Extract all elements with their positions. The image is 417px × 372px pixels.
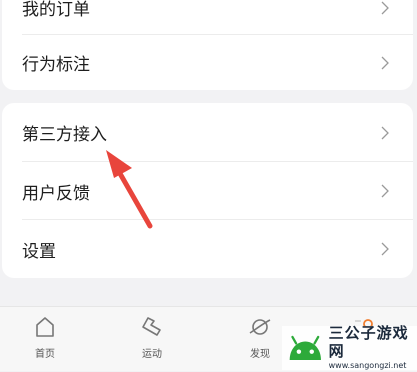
site-watermark: 三公子游戏网 www.sangongzi.net [282,324,417,372]
menu-item-label: 第三方接入 [22,125,107,145]
menu-item-behavior-tagging[interactable]: 行为标注 [2,35,413,90]
chevron-right-icon [377,183,393,199]
chevron-right-icon [377,241,393,257]
menu-item-third-party-access[interactable]: 第三方接入 [2,103,413,162]
shoe-icon [142,317,161,336]
menu-item-label: 设置 [22,241,56,262]
menu-item-label: 用户反馈 [22,183,90,204]
watermark-text: 三公子游戏网 www.sangongzi.net [329,324,417,372]
chevron-right-icon [377,55,393,71]
android-logo-icon [289,335,321,360]
chevron-right-icon [377,125,393,141]
tab-discover[interactable]: 发现 [230,315,290,360]
tab-sport[interactable]: 运动 [122,315,182,360]
settings-card-top: 我的订单 行为标注 [2,0,413,90]
menu-item-user-feedback[interactable]: 用户反馈 [2,162,413,220]
menu-item-label: 行为标注 [22,55,90,75]
tab-home[interactable]: 首页 [15,315,75,360]
menu-item-settings[interactable]: 设置 [2,220,413,278]
tab-label: 首页 [35,349,55,360]
settings-card-main: 第三方接入 用户反馈 设置 [2,103,413,278]
tab-label: 发现 [250,349,270,360]
menu-item-my-orders[interactable]: 我的订单 [2,0,413,35]
planet-icon [249,319,271,335]
home-icon [36,317,54,337]
chevron-right-icon [377,0,393,16]
watermark-url: www.sangongzi.net [328,361,407,370]
menu-item-label: 我的订单 [22,0,90,20]
watermark-title: 三公子游戏网 [328,324,409,360]
tab-label: 运动 [142,349,162,360]
